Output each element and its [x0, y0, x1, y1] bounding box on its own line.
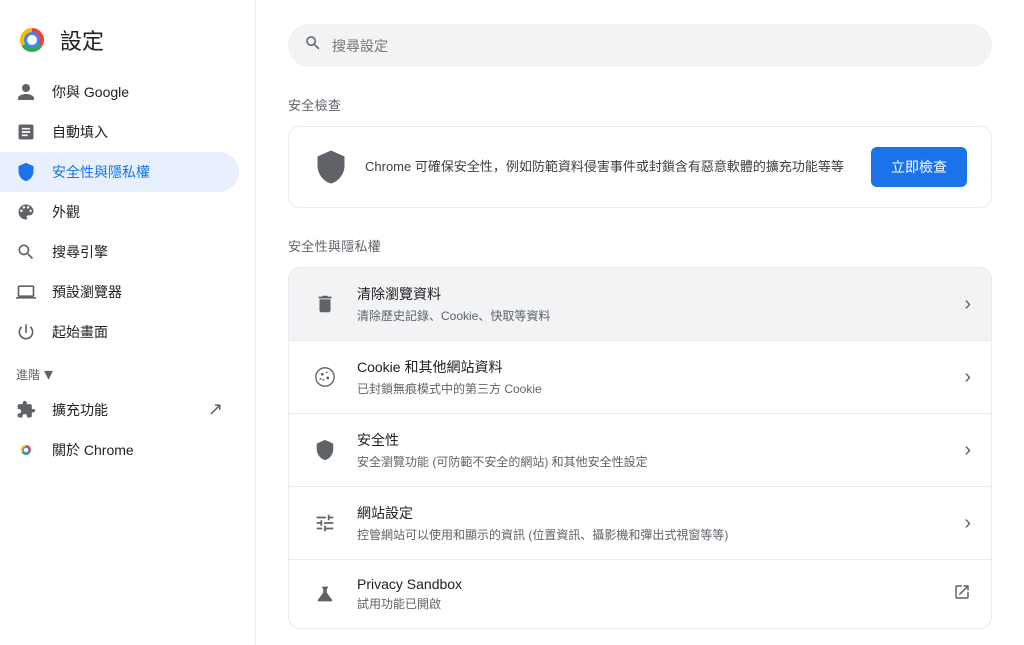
sidebar-item-search[interactable]: 搜尋引擎 — [0, 232, 239, 272]
privacy-item-clear-browsing-subtitle: 清除歷史記錄、Cookie、快取等資料 — [357, 307, 948, 324]
privacy-item-site-settings-text: 網站設定 控管網站可以使用和顯示的資訊 (位置資訊、攝影機和彈出式視窗等等) — [357, 503, 948, 543]
search-nav-icon — [16, 242, 36, 262]
search-input[interactable] — [332, 38, 976, 54]
privacy-item-security[interactable]: 安全性 安全瀏覽功能 (可防範不安全的網站) 和其他安全性設定 › — [289, 414, 991, 487]
privacy-item-clear-browsing-title: 清除瀏覽資料 — [357, 284, 948, 304]
sidebar-item-google[interactable]: 你與 Google — [0, 72, 239, 112]
privacy-item-clear-browsing-text: 清除瀏覽資料 清除歷史記錄、Cookie、快取等資料 — [357, 284, 948, 324]
privacy-section-card: 清除瀏覽資料 清除歷史記錄、Cookie、快取等資料 › Cookie 和其他網… — [288, 267, 992, 629]
privacy-item-sandbox[interactable]: Privacy Sandbox 試用功能已開啟 — [289, 560, 991, 628]
computer-icon — [16, 282, 36, 302]
privacy-item-sandbox-title: Privacy Sandbox — [357, 576, 937, 592]
privacy-item-cookies[interactable]: Cookie 和其他網站資料 已封鎖無痕模式中的第三方 Cookie › — [289, 341, 991, 414]
shield-active-icon — [16, 162, 36, 182]
chevron-right-icon-site: › — [964, 512, 971, 535]
privacy-item-security-subtitle: 安全瀏覽功能 (可防範不安全的網站) 和其他安全性設定 — [357, 453, 948, 470]
sidebar-item-google-label: 你與 Google — [52, 82, 129, 102]
privacy-item-clear-browsing[interactable]: 清除瀏覽資料 清除歷史記錄、Cookie、快取等資料 › — [289, 268, 991, 341]
sidebar-item-browser[interactable]: 預設瀏覽器 — [0, 272, 239, 312]
safety-check-card: Chrome 可確保安全性，例如防範資料侵害事件或封鎖含有惡意軟體的擴充功能等等… — [288, 126, 992, 208]
chevron-right-icon-cookies: › — [964, 366, 971, 389]
sidebar-item-extensions[interactable]: 擴充功能 ↗ — [0, 389, 239, 430]
person-icon — [16, 82, 36, 102]
article-icon — [16, 122, 36, 142]
sidebar-item-startup[interactable]: 起始畫面 — [0, 312, 239, 352]
sidebar-item-appearance-label: 外觀 — [52, 202, 80, 222]
sidebar-item-privacy-label: 安全性與隱私權 — [52, 162, 150, 182]
privacy-item-cookies-title: Cookie 和其他網站資料 — [357, 357, 948, 377]
sidebar-header: 設定 — [0, 16, 255, 72]
sidebar-item-about[interactable]: 關於 Chrome — [0, 430, 239, 470]
privacy-item-cookies-text: Cookie 和其他網站資料 已封鎖無痕模式中的第三方 Cookie — [357, 357, 948, 397]
sidebar-item-about-label: 關於 Chrome — [52, 440, 134, 460]
security-shield-icon — [309, 434, 341, 466]
chrome-about-icon — [16, 440, 36, 460]
privacy-item-cookies-subtitle: 已封鎖無痕模式中的第三方 Cookie — [357, 380, 948, 397]
external-link-icon: ↗ — [208, 399, 223, 420]
privacy-item-site-settings-title: 網站設定 — [357, 503, 948, 523]
sidebar-item-appearance[interactable]: 外觀 — [0, 192, 239, 232]
delete-icon — [309, 288, 341, 320]
safety-check-section-title: 安全檢查 — [288, 95, 992, 114]
palette-icon — [16, 202, 36, 222]
sidebar-item-search-label: 搜尋引擎 — [52, 242, 108, 262]
chrome-logo-icon — [16, 24, 48, 56]
external-link-sandbox-icon — [953, 583, 971, 606]
science-icon — [309, 578, 341, 610]
chevron-right-icon-clear: › — [964, 293, 971, 316]
safety-shield-icon — [313, 149, 349, 185]
privacy-item-sandbox-text: Privacy Sandbox 試用功能已開啟 — [357, 576, 937, 612]
chevron-down-icon: ▾ — [44, 364, 53, 385]
sidebar-item-autofill-label: 自動填入 — [52, 122, 108, 142]
sidebar-title: 設定 — [60, 24, 104, 56]
sidebar: 設定 你與 Google 自動填入 安全性與隱私權 — [0, 0, 256, 645]
chevron-right-icon-security: › — [964, 439, 971, 462]
tune-icon — [309, 507, 341, 539]
privacy-item-site-settings[interactable]: 網站設定 控管網站可以使用和顯示的資訊 (位置資訊、攝影機和彈出式視窗等等) › — [289, 487, 991, 560]
sidebar-item-extensions-label: 擴充功能 — [52, 400, 108, 420]
sidebar-navigation: 你與 Google 自動填入 安全性與隱私權 外觀 — [0, 72, 255, 629]
sidebar-item-browser-label: 預設瀏覽器 — [52, 282, 122, 302]
sidebar-item-autofill[interactable]: 自動填入 — [0, 112, 239, 152]
privacy-item-site-settings-subtitle: 控管網站可以使用和顯示的資訊 (位置資訊、攝影機和彈出式視窗等等) — [357, 526, 948, 543]
main-content: 安全檢查 Chrome 可確保安全性，例如防範資料侵害事件或封鎖含有惡意軟體的擴… — [256, 0, 1024, 645]
search-bar — [288, 24, 992, 67]
advanced-section[interactable]: 進階 ▾ — [0, 352, 255, 389]
cookie-icon — [309, 361, 341, 393]
search-icon — [304, 34, 322, 57]
privacy-item-sandbox-subtitle: 試用功能已開啟 — [357, 595, 937, 612]
sidebar-item-startup-label: 起始畫面 — [52, 322, 108, 342]
privacy-item-security-text: 安全性 安全瀏覽功能 (可防範不安全的網站) 和其他安全性設定 — [357, 430, 948, 470]
sidebar-item-privacy[interactable]: 安全性與隱私權 — [0, 152, 239, 192]
extensions-icon — [16, 400, 36, 420]
safety-check-description: Chrome 可確保安全性，例如防範資料侵害事件或封鎖含有惡意軟體的擴充功能等等 — [365, 157, 855, 177]
privacy-section-title: 安全性與隱私權 — [288, 236, 992, 255]
power-icon — [16, 322, 36, 342]
safety-check-button[interactable]: 立即檢查 — [871, 147, 967, 187]
advanced-label: 進階 — [16, 366, 40, 383]
privacy-item-security-title: 安全性 — [357, 430, 948, 450]
